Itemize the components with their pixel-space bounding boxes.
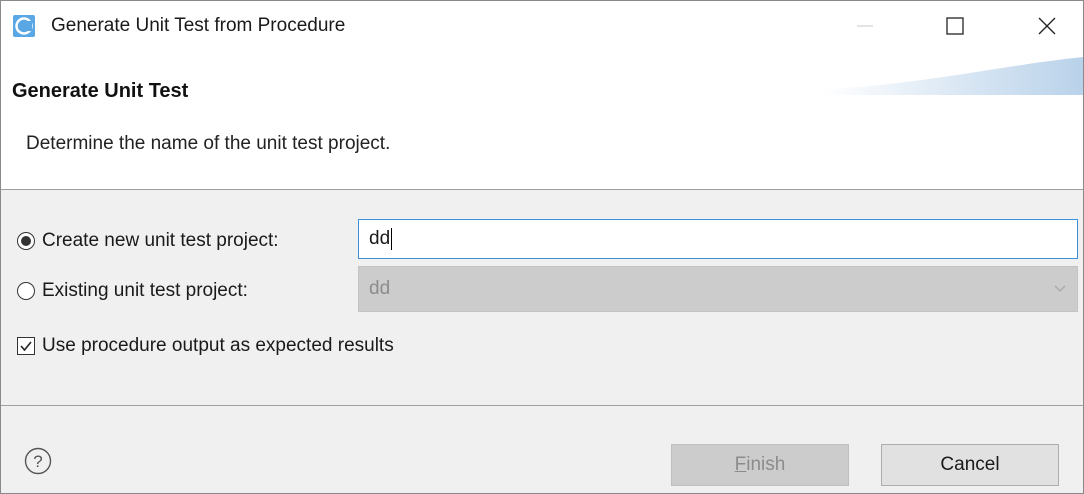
- create-new-option[interactable]: Create new unit test project:: [17, 230, 279, 252]
- page-title: Generate Unit Test: [12, 80, 189, 102]
- new-project-name-input[interactable]: dd: [358, 219, 1078, 259]
- wizard-body: Create new unit test project: dd Existin…: [1, 190, 1083, 405]
- use-output-option[interactable]: Use procedure output as expected results: [17, 335, 394, 357]
- wizard-header: Generate Unit Test Determine the name of…: [1, 55, 1083, 190]
- button-bar: ? Finish Cancel: [1, 406, 1083, 493]
- select-value: dd: [369, 278, 391, 299]
- minimize-button[interactable]: [839, 1, 891, 51]
- page-description: Determine the name of the unit test proj…: [26, 133, 391, 154]
- existing-option[interactable]: Existing unit test project:: [17, 280, 248, 302]
- existing-label: Existing unit test project:: [42, 280, 248, 301]
- help-icon[interactable]: ?: [23, 446, 53, 476]
- minimize-icon: [857, 25, 873, 27]
- window-title: Generate Unit Test from Procedure: [51, 15, 346, 36]
- title-bar: Generate Unit Test from Procedure: [1, 1, 1083, 55]
- finish-label: inish: [746, 454, 786, 475]
- create-new-label: Create new unit test project:: [42, 230, 279, 251]
- app-icon: [13, 15, 35, 37]
- banner-graphic: [823, 57, 1083, 95]
- create-new-radio[interactable]: [17, 232, 35, 250]
- maximize-icon: [946, 17, 964, 35]
- use-output-label: Use procedure output as expected results: [42, 335, 394, 356]
- maximize-button[interactable]: [929, 1, 981, 51]
- chevron-down-icon: [1054, 285, 1066, 292]
- existing-radio[interactable]: [17, 282, 35, 300]
- checkmark-icon: [20, 341, 32, 352]
- text-caret: [391, 227, 393, 250]
- close-button[interactable]: [1021, 1, 1073, 51]
- finish-button[interactable]: Finish: [671, 444, 849, 486]
- existing-project-select[interactable]: dd: [358, 266, 1078, 312]
- finish-mnemonic: F: [734, 454, 747, 475]
- cancel-button[interactable]: Cancel: [881, 444, 1059, 486]
- dialog-window: Generate Unit Test from Procedure Genera…: [0, 0, 1084, 494]
- svg-text:?: ?: [33, 452, 42, 471]
- close-icon: [1038, 17, 1056, 35]
- use-output-checkbox[interactable]: [17, 337, 35, 355]
- input-value: dd: [369, 228, 391, 249]
- radio-dot: [21, 236, 31, 246]
